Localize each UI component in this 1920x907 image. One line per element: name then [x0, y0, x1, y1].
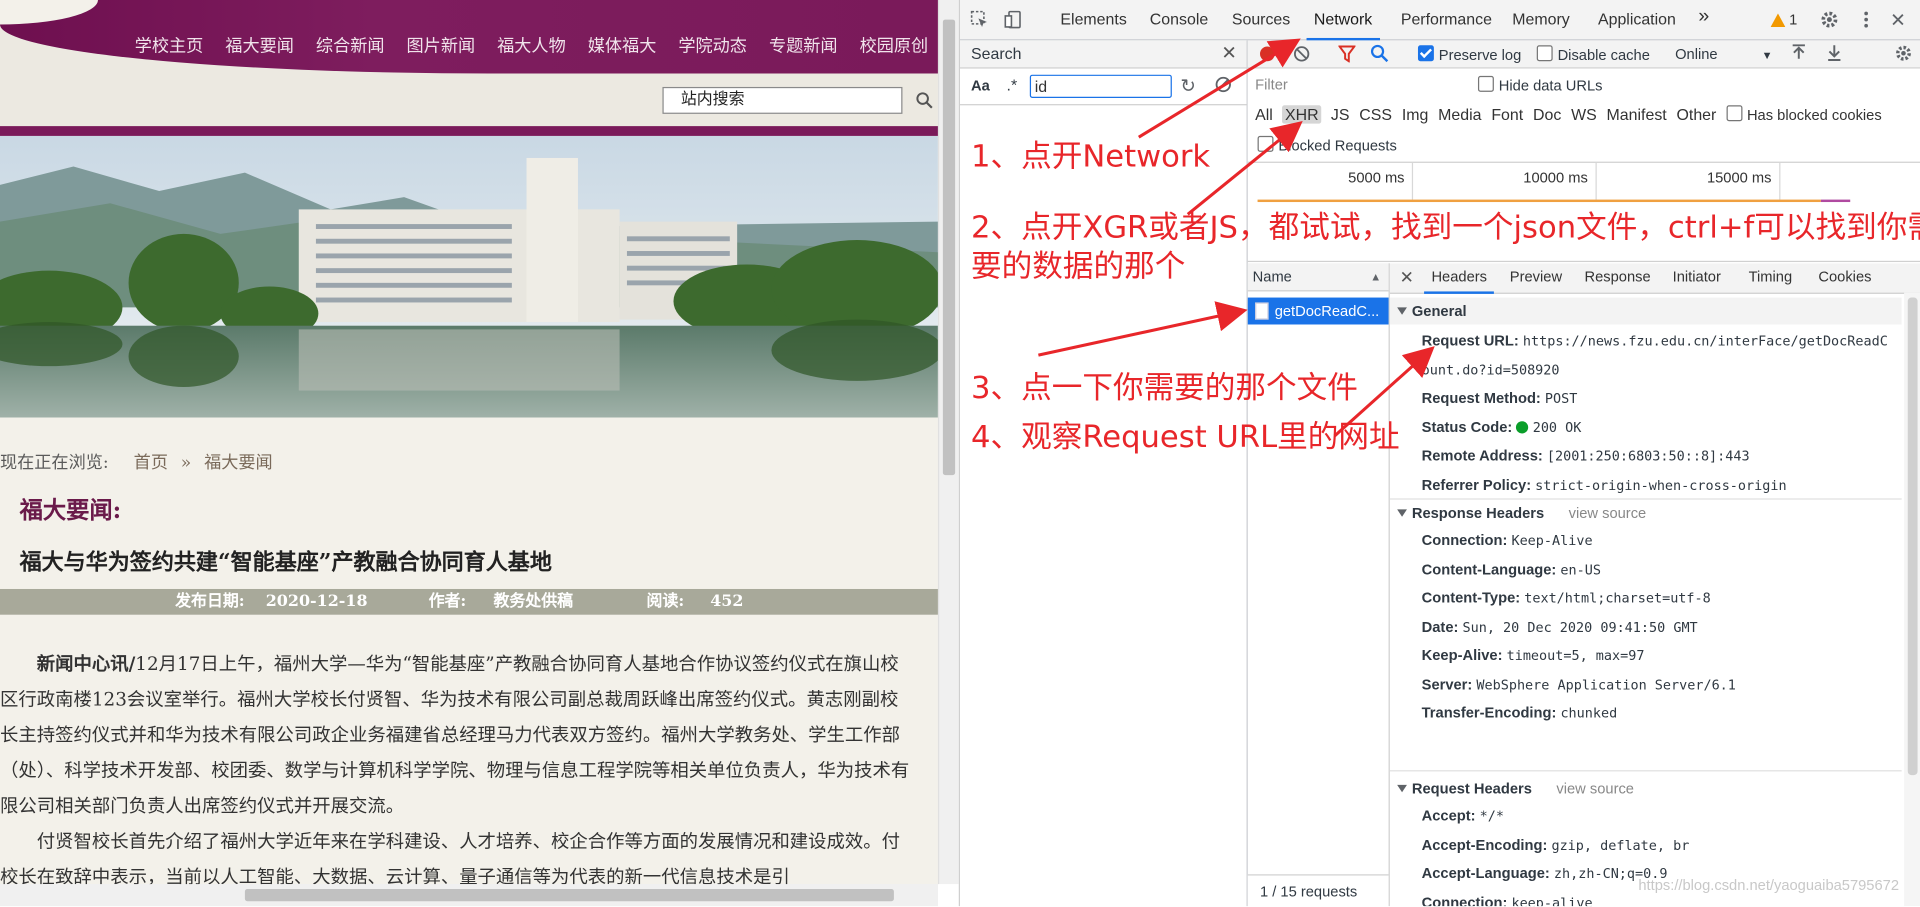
annotation-step-2-line-2: 要的数据的那个	[971, 248, 1186, 285]
arrow-to-request-row	[1038, 301, 1248, 357]
annotation-arrows	[1038, 38, 1435, 438]
watermark: https://blog.csdn.net/yaoguaiba5795672	[1638, 876, 1900, 894]
annotation-step-1: 1、点开Network	[971, 138, 1211, 174]
arrow-to-network-tab	[1137, 38, 1301, 139]
annotation-step-3: 3、点一下你需要的那个文件	[971, 369, 1358, 406]
annotation-step-2-line-1: 2、点开XGR或者JS，都试试，找到一个json文件，ctrl+f可以找到你需	[971, 209, 1920, 245]
annotation-step-4: 4、观察Request URL里的网址	[971, 418, 1400, 455]
